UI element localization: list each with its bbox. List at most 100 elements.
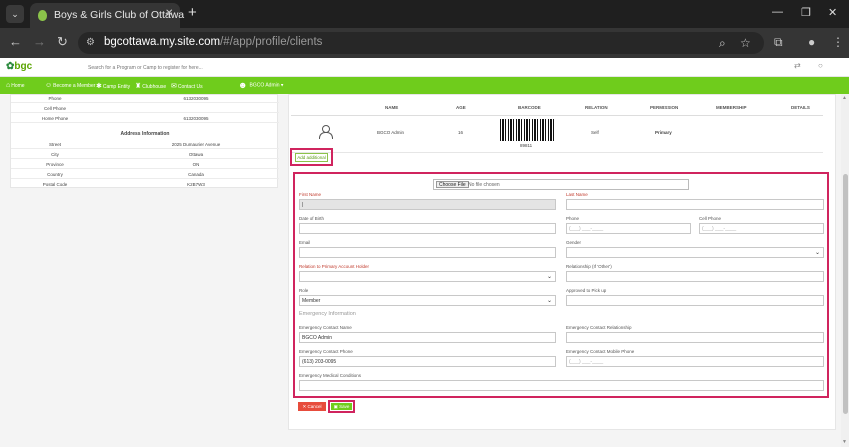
col-relation: RELATION [585, 105, 608, 110]
phone-input[interactable]: (___) ___-____ [566, 223, 691, 234]
member-age: 16 [458, 130, 464, 135]
email-label: Email [299, 240, 311, 245]
ec-relationship-input[interactable] [566, 332, 824, 343]
ec-relationship-label: Emergency Contact Relationship [566, 325, 632, 330]
last-name-input[interactable] [566, 199, 824, 210]
members-panel: NAME AGE BARCODE RELATION PERMISSION MEM… [288, 94, 836, 430]
site-info-icon[interactable]: ⚙ [86, 37, 95, 48]
ec-phone-input[interactable]: (613) 203-0095 [299, 356, 556, 367]
restore-icon[interactable]: ❐ [801, 6, 811, 19]
col-barcode: BARCODE [518, 105, 541, 110]
ec-name-input[interactable]: BGCO Admin [299, 332, 556, 343]
scroll-down-icon[interactable]: ▼ [842, 439, 847, 445]
medical-label: Emergency Medical Conditions [299, 373, 362, 378]
member-relation: Self [591, 130, 599, 135]
add-member-form: Choose File No file chosen First Name | … [293, 172, 829, 398]
relationship-other-input[interactable] [566, 271, 824, 282]
nav-camp-entity[interactable]: ✱Camp Entity [96, 82, 130, 90]
info-row-country: Country Canada [11, 169, 279, 179]
envelope-icon: ✉ [171, 83, 177, 90]
pickup-input[interactable] [566, 295, 824, 306]
info-row-home-phone: Home Phone 6132030095 [11, 113, 279, 123]
clubhouse-icon: ♜ [135, 83, 142, 90]
col-name: NAME [385, 105, 399, 110]
email-input[interactable] [299, 247, 556, 258]
ec-mobile-label: Emergency Contact Mobile Phone [566, 349, 635, 354]
role-select[interactable]: Member ⌄ [299, 295, 556, 306]
info-row-phone: Phone 6132030095 [11, 94, 279, 103]
cell-phone-input[interactable]: (___) ___-____ [699, 223, 824, 234]
gender-select[interactable]: ⌄ [566, 247, 824, 258]
col-permission: PERMISSION [650, 105, 679, 110]
address-bar[interactable]: ⚙ bgcottawa.my.site.com/#/app/profile/cl… [78, 32, 764, 54]
dob-label: Date of Birth [299, 216, 325, 221]
phone-label: Phone [566, 216, 580, 221]
cart-icon[interactable]: ⇄ [794, 61, 801, 70]
file-status: No file chosen [468, 182, 500, 188]
save-highlight: ▣ Save [328, 400, 355, 413]
ec-name-label: Emergency Contact Name [299, 325, 352, 330]
settings-icon[interactable]: ○ [818, 61, 823, 70]
main-content: Phone 6132030095 Cell Phone Home Phone 6… [0, 94, 841, 447]
info-row-city: City Ottawa [11, 149, 279, 159]
profile-info-panel: Phone 6132030095 Cell Phone Home Phone 6… [10, 94, 279, 188]
member-name: BGCO Admin [377, 130, 405, 135]
first-name-label: First Name [299, 192, 322, 197]
add-additional-button[interactable]: Add additional [295, 153, 328, 162]
chevron-down-icon: ⌄ [546, 298, 552, 304]
browser-menu-icon[interactable]: ⋮ [832, 35, 844, 49]
bgc-logo[interactable]: ✿bgc [6, 61, 32, 72]
role-label: Role [299, 288, 309, 293]
tab-search-button[interactable]: ⌄ [6, 5, 24, 23]
first-name-input[interactable]: | [299, 199, 556, 210]
site-favicon-icon [38, 10, 47, 21]
profile-avatar-icon[interactable]: ● [808, 35, 815, 49]
browser-tab[interactable]: Boys & Girls Club of Ottawa ✕ [30, 3, 184, 28]
nav-clubhouse[interactable]: ♜Clubhouse [135, 82, 166, 90]
nav-home[interactable]: ⌂Home [6, 82, 25, 89]
new-tab-icon[interactable]: + [188, 4, 197, 21]
back-icon[interactable]: ← [9, 34, 22, 49]
page-scrollbar[interactable]: ▲ ▼ [841, 94, 849, 447]
relation-select[interactable]: ⌄ [299, 271, 556, 282]
scroll-thumb[interactable] [843, 174, 848, 414]
dob-input[interactable] [299, 223, 556, 234]
user-plus-icon: ☺ [45, 82, 53, 89]
user-icon: ☻ [238, 80, 248, 90]
program-search-input[interactable] [88, 62, 838, 73]
nav-become-member[interactable]: ☺Become a Member [45, 82, 95, 89]
forward-icon[interactable]: → [33, 34, 46, 49]
ec-mobile-input[interactable]: (___) ___-____ [566, 356, 824, 367]
home-icon: ⌂ [6, 82, 11, 89]
address-section-title: Address Information [120, 131, 170, 137]
choose-file-button[interactable]: Choose File [436, 181, 469, 188]
member-permission: Primary [655, 130, 672, 135]
relation-label: Relation to Primary Account Holder [299, 264, 370, 269]
user-menu[interactable]: ☻ BGCO Admin ▾ [238, 80, 283, 90]
member-barcode: 89811 [520, 143, 533, 148]
medical-input[interactable] [299, 380, 824, 391]
browser-toolbar: ← → ↻ ⚙ bgcottawa.my.site.com/#/app/prof… [0, 28, 849, 58]
window-close-icon[interactable]: ✕ [828, 6, 837, 19]
scroll-up-icon[interactable]: ▲ [842, 95, 847, 101]
last-name-label: Last Name [566, 192, 588, 197]
zoom-icon[interactable]: ⌕ [719, 36, 726, 51]
bookmark-star-icon[interactable]: ☆ [740, 36, 751, 50]
info-row-postal-code: Postal Code K2B7W3 [42, 182, 205, 187]
save-button[interactable]: ▣ Save [331, 403, 352, 410]
ec-phone-label: Emergency Contact Phone [299, 349, 353, 354]
relationship-other-label: Relationship (If 'Other') [566, 264, 612, 269]
info-row-street: Street 2025 Dumaurier Avenue [11, 139, 279, 149]
reload-icon[interactable]: ↻ [57, 34, 68, 50]
nav-contact-us[interactable]: ✉Contact Us [171, 82, 203, 90]
minimize-icon[interactable]: — [772, 6, 783, 18]
photo-file-input[interactable]: Choose File No file chosen [433, 179, 689, 190]
pickup-label: Approved to Pick up [566, 288, 607, 293]
cancel-button[interactable]: ✕ Cancel [298, 402, 326, 411]
browser-tab-bar: ⌄ Boys & Girls Club of Ottawa ✕ + — ❐ ✕ [0, 0, 849, 28]
main-nav-bar: ⌂Home ☺Become a Member ✱Camp Entity ♜Clu… [0, 77, 849, 94]
sun-icon: ✱ [96, 83, 102, 90]
form-actions: ✕ Cancel ▣ Save [298, 400, 356, 414]
extensions-icon[interactable]: ⧉ [774, 35, 783, 50]
tab-close-icon[interactable]: ✕ [165, 8, 173, 19]
